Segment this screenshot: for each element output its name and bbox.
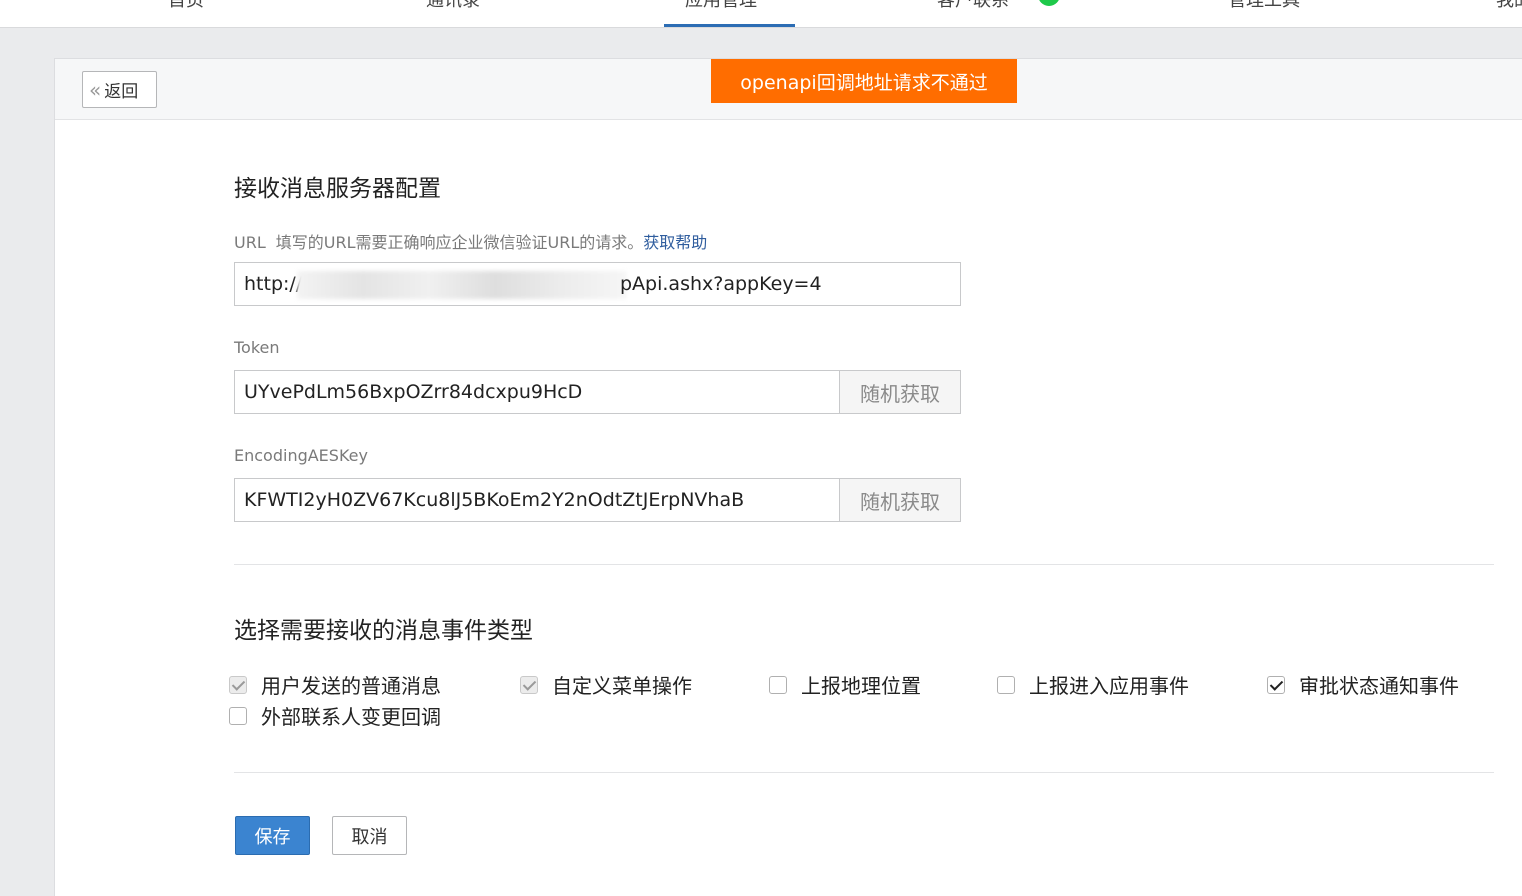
aes-key-input[interactable]: KFWTI2yH0ZV67Kcu8lJ5BKoEm2Y2nOdtZtJErpNV…	[234, 478, 840, 522]
event-label: 用户发送的普通消息	[261, 674, 441, 698]
help-link[interactable]: 获取帮助	[643, 233, 707, 252]
checkbox-icon	[1267, 675, 1285, 694]
event-checkbox-approval[interactable]: 审批状态通知事件	[1267, 670, 1459, 699]
url-input[interactable]: http:// pApi.ashx?appKey=4	[234, 262, 961, 306]
checkbox-icon	[229, 675, 247, 694]
nav-item-customer-contact[interactable]: 客户联系	[937, 0, 1009, 12]
wechat-icon	[1038, 0, 1060, 6]
event-label: 外部联系人变更回调	[261, 705, 441, 729]
event-label: 自定义菜单操作	[552, 674, 692, 698]
aes-key-label: EncodingAESKey	[234, 446, 368, 465]
event-label: 上报进入应用事件	[1029, 674, 1189, 698]
main-panel: « 返回 openapi回调地址请求不通过 接收消息服务器配置 URL 填写的UR…	[54, 58, 1522, 896]
events-title: 选择需要接收的消息事件类型	[234, 618, 533, 644]
panel-header: « 返回 openapi回调地址请求不通过	[55, 59, 1522, 120]
token-label: Token	[234, 338, 280, 357]
redacted-mask	[297, 271, 627, 299]
event-checkbox-enter-app[interactable]: 上报进入应用事件	[997, 670, 1189, 699]
url-value-suffix: pApi.ashx?appKey=4	[620, 273, 822, 295]
event-label: 上报地理位置	[801, 674, 921, 698]
back-button[interactable]: « 返回	[82, 71, 157, 108]
save-button[interactable]: 保存	[235, 816, 310, 855]
server-config-title: 接收消息服务器配置	[234, 176, 441, 202]
nav-item-management-tools[interactable]: 管理工具	[1228, 0, 1300, 12]
section-divider	[234, 772, 1494, 773]
nav-item-home[interactable]: 首页	[168, 0, 204, 12]
nav-active-indicator	[664, 24, 795, 27]
token-input[interactable]: UYvePdLm56BxpOZrr84dcxpu9HcD	[234, 370, 840, 414]
aes-key-random-button[interactable]: 随机获取	[839, 478, 961, 522]
section-divider	[234, 564, 1494, 565]
url-label-row: URL 填写的URL需要正确响应企业微信验证URL的请求。获取帮助	[234, 229, 707, 253]
event-checkbox-external-contact[interactable]: 外部联系人变更回调	[229, 701, 441, 730]
checkbox-icon	[229, 706, 247, 725]
checkbox-icon	[520, 675, 538, 694]
event-checkbox-custom-menu[interactable]: 自定义菜单操作	[520, 670, 692, 699]
nav-item-app-management[interactable]: 应用管理	[685, 0, 757, 12]
token-value: UYvePdLm56BxpOZrr84dcxpu9HcD	[244, 381, 583, 403]
back-button-label: 返回	[104, 82, 139, 102]
url-label: URL	[234, 233, 266, 252]
error-toast: openapi回调地址请求不通过	[711, 59, 1017, 103]
event-checkbox-location[interactable]: 上报地理位置	[769, 670, 921, 699]
url-value-prefix: http://	[244, 273, 303, 295]
cancel-button[interactable]: 取消	[332, 816, 407, 855]
top-navigation: 首页 通讯录 应用管理 客户联系 管理工具 我的	[0, 0, 1522, 28]
nav-item-mine[interactable]: 我的	[1496, 0, 1522, 12]
token-random-button[interactable]: 随机获取	[839, 370, 961, 414]
aes-key-value: KFWTI2yH0ZV67Kcu8lJ5BKoEm2Y2nOdtZtJErpNV…	[244, 489, 745, 511]
event-checkbox-user-message[interactable]: 用户发送的普通消息	[229, 670, 441, 699]
double-chevron-left-icon: «	[89, 77, 102, 102]
checkbox-icon	[997, 675, 1015, 694]
checkbox-icon	[769, 675, 787, 694]
event-label: 审批状态通知事件	[1299, 674, 1459, 698]
url-hint: 填写的URL需要正确响应企业微信验证URL的请求。	[275, 233, 644, 252]
nav-item-contacts[interactable]: 通讯录	[426, 0, 480, 12]
